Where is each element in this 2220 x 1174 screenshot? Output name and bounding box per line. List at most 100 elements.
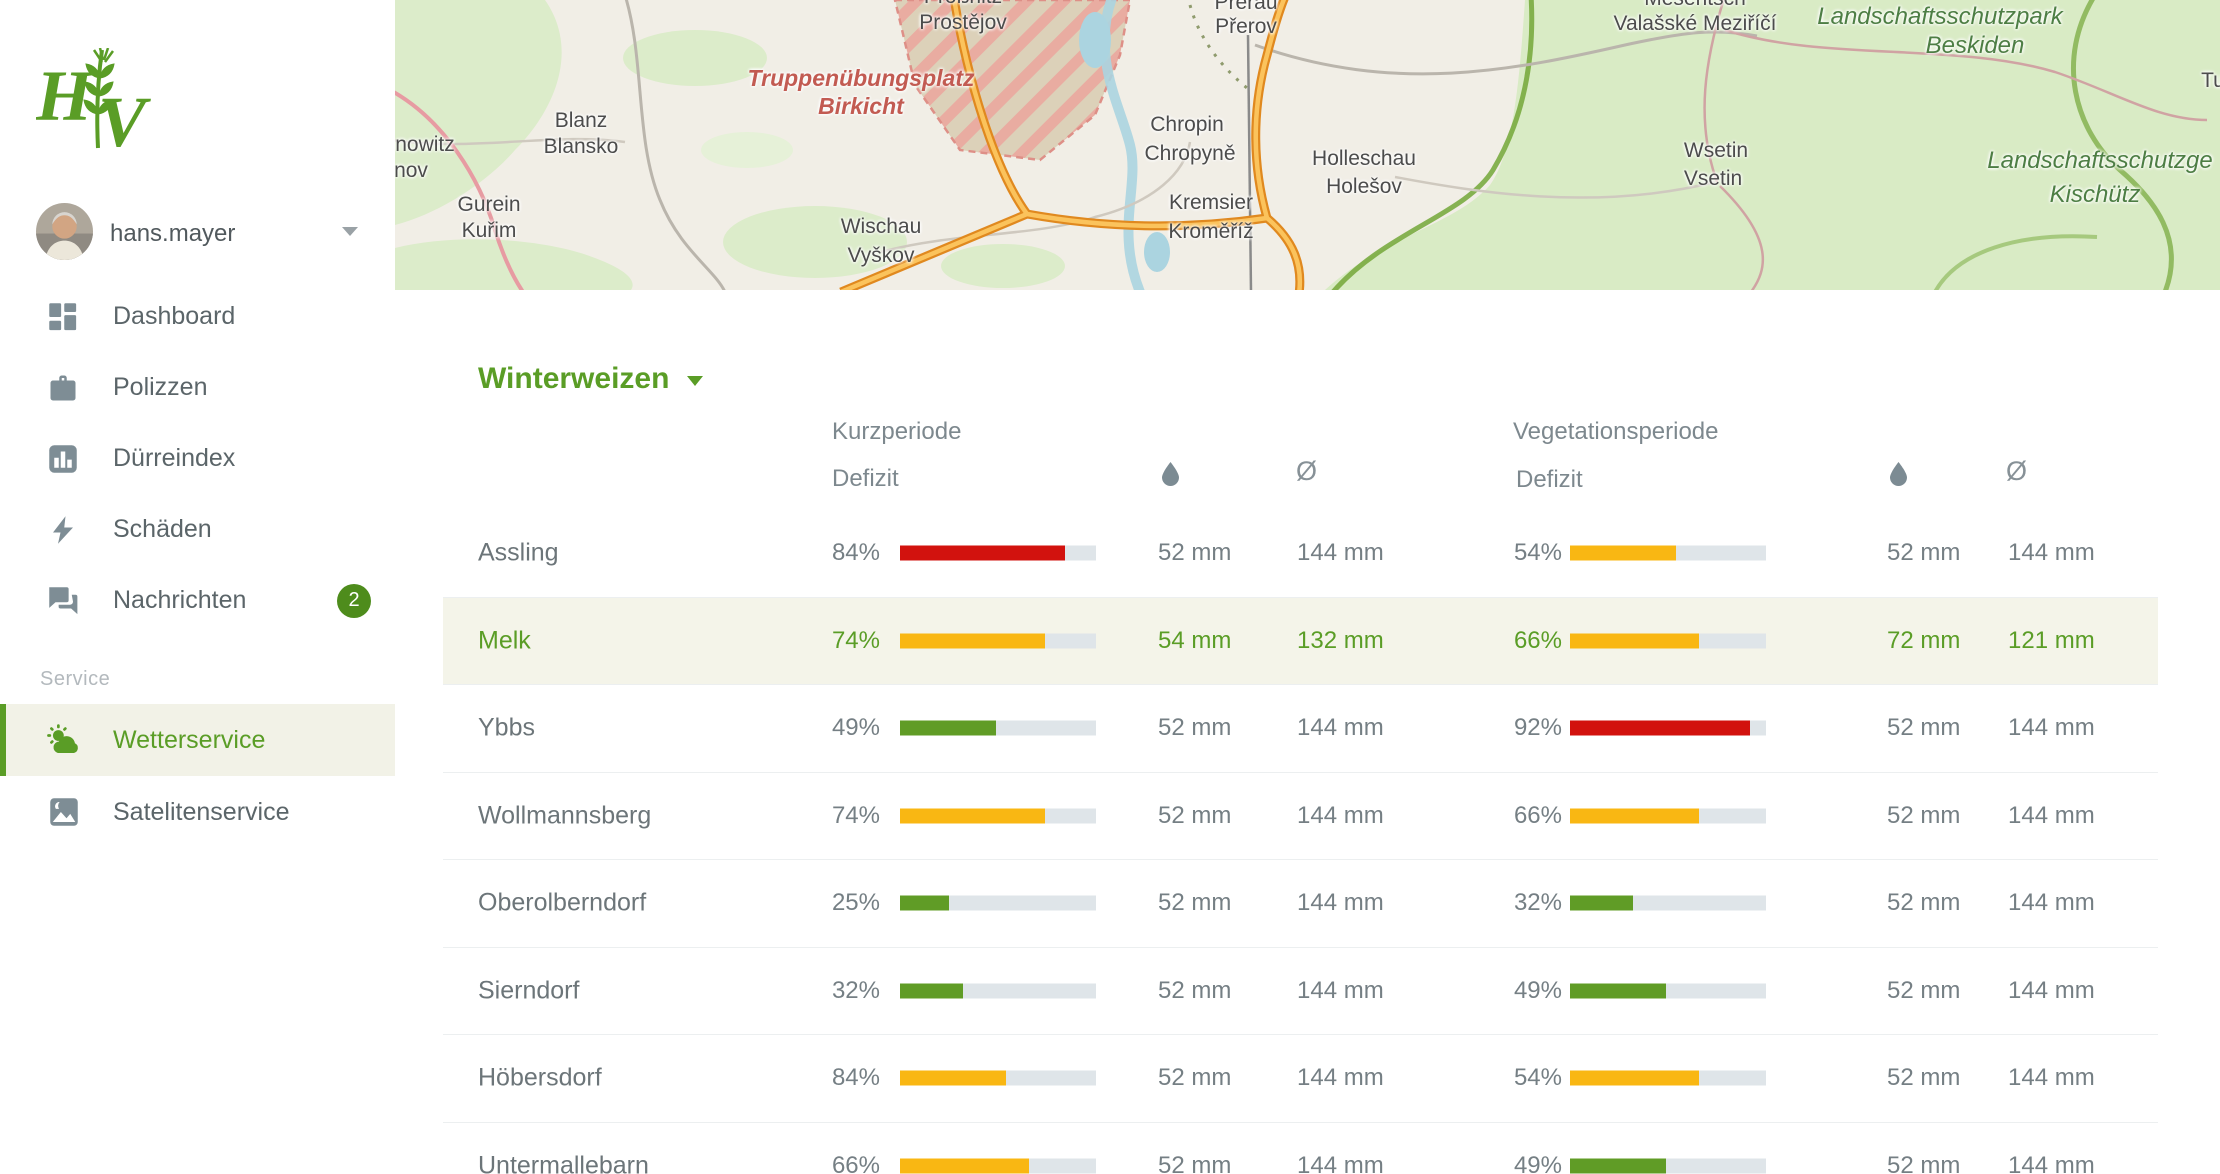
veg-defizit-bar-fill bbox=[1570, 808, 1699, 823]
veg-defizit-bar bbox=[1570, 808, 1766, 823]
kurz-defizit-bar-fill bbox=[900, 546, 1065, 561]
table-row[interactable]: Assling 84% 52 mm 144 mm 54% 52 mm 144 m… bbox=[443, 510, 2158, 597]
kurz-rain-value: 54 mm bbox=[1158, 627, 1231, 655]
region-name: Ybbs bbox=[478, 714, 535, 743]
sidebar-item-nachrichten[interactable]: Nachrichten 2 bbox=[0, 565, 395, 636]
veg-avg-value: 144 mm bbox=[2008, 714, 2095, 742]
veg-rain-value: 72 mm bbox=[1887, 627, 1960, 655]
column-group-kurzperiode: Kurzperiode bbox=[832, 418, 961, 446]
sidebar-item-wetterservice[interactable]: Wetterservice bbox=[0, 704, 395, 776]
map[interactable]: ProßnitzProstějovPřerauPřerovMeseritschV… bbox=[395, 0, 2220, 290]
kurz-avg-value: 144 mm bbox=[1297, 977, 1384, 1005]
username: hans.mayer bbox=[110, 220, 235, 248]
kurz-avg-value: 144 mm bbox=[1297, 1064, 1384, 1092]
avatar bbox=[36, 203, 93, 260]
dashboard-icon bbox=[46, 300, 80, 334]
table-row[interactable]: Untermallebarn 66% 52 mm 144 mm 49% 52 m… bbox=[443, 1122, 2158, 1174]
map-label: Kuřim bbox=[462, 220, 517, 242]
sidebar-item-label: Dashboard bbox=[113, 302, 235, 331]
defizit-label-kurz: Defizit bbox=[832, 465, 899, 493]
main-nav: Dashboard Polizzen bbox=[0, 281, 395, 636]
sidebar-item-dashboard[interactable]: Dashboard bbox=[0, 281, 395, 352]
average-icon: Ø bbox=[1296, 456, 1317, 487]
region-name: Höbersdorf bbox=[478, 1064, 602, 1093]
service-section-label: Service bbox=[40, 668, 110, 691]
region-name: Untermallebarn bbox=[478, 1151, 649, 1174]
veg-defizit-bar bbox=[1570, 1071, 1766, 1086]
veg-rain-value: 52 mm bbox=[1887, 802, 1960, 830]
kurz-defizit-pct: 74% bbox=[773, 627, 880, 655]
map-label: Přerov bbox=[1215, 16, 1277, 38]
kurz-defizit-pct: 32% bbox=[773, 977, 880, 1005]
region-name: Oberolberndorf bbox=[478, 889, 646, 918]
kurz-defizit-pct: 49% bbox=[773, 714, 880, 742]
sidebar-item-label: Dürreindex bbox=[113, 444, 235, 473]
kurz-defizit-bar-fill bbox=[900, 721, 996, 736]
veg-defizit-pct: 66% bbox=[1455, 802, 1562, 830]
kurz-avg-value: 144 mm bbox=[1297, 539, 1384, 567]
user-menu[interactable]: hans.mayer bbox=[36, 203, 366, 263]
table-row[interactable]: Sierndorf 32% 52 mm 144 mm 49% 52 mm 144… bbox=[443, 947, 2158, 1035]
veg-defizit-pct: 92% bbox=[1455, 714, 1562, 742]
bar-chart-icon bbox=[46, 442, 80, 476]
service-nav: Wetterservice Satelitenservice bbox=[0, 704, 395, 848]
kurz-defizit-bar bbox=[900, 808, 1096, 823]
kurz-defizit-bar-fill bbox=[900, 633, 1045, 648]
map-label: Proßnitz bbox=[924, 0, 1002, 8]
veg-defizit-bar-fill bbox=[1570, 1158, 1666, 1173]
weather-icon bbox=[46, 722, 82, 758]
map-label: Gurein bbox=[457, 194, 520, 216]
veg-rain-value: 52 mm bbox=[1887, 1064, 1960, 1092]
map-label: nov bbox=[395, 160, 428, 182]
kurz-rain-value: 52 mm bbox=[1158, 714, 1231, 742]
sidebar-item-polizzen[interactable]: Polizzen bbox=[0, 352, 395, 423]
map-label: Tu bbox=[2201, 70, 2220, 92]
user-caret-icon bbox=[342, 227, 358, 236]
table-row[interactable]: Melk 74% 54 mm 132 mm 66% 72 mm 121 mm bbox=[443, 597, 2158, 685]
messages-icon bbox=[46, 584, 80, 618]
veg-rain-value: 52 mm bbox=[1887, 1152, 1960, 1174]
kurz-defizit-pct: 25% bbox=[773, 889, 880, 917]
veg-defizit-bar-fill bbox=[1570, 633, 1699, 648]
kurz-defizit-pct: 74% bbox=[773, 802, 880, 830]
kurz-defizit-bar bbox=[900, 1071, 1096, 1086]
veg-avg-value: 144 mm bbox=[2008, 977, 2095, 1005]
veg-avg-value: 144 mm bbox=[2008, 1064, 2095, 1092]
kurz-rain-value: 52 mm bbox=[1158, 1064, 1231, 1092]
veg-defizit-bar bbox=[1570, 983, 1766, 998]
veg-defizit-bar bbox=[1570, 546, 1766, 561]
brand-logo[interactable]: H V bbox=[36, 48, 166, 153]
sidebar-item-duerreindex[interactable]: Dürreindex bbox=[0, 423, 395, 494]
veg-defizit-pct: 49% bbox=[1455, 1152, 1562, 1174]
veg-avg-value: 144 mm bbox=[2008, 889, 2095, 917]
map-label: Vyškov bbox=[848, 245, 915, 267]
kurz-avg-value: 144 mm bbox=[1297, 802, 1384, 830]
map-label: Kroměříž bbox=[1168, 221, 1253, 243]
table-row[interactable]: Wollmannsberg 74% 52 mm 144 mm 66% 52 mm… bbox=[443, 772, 2158, 860]
lightning-icon bbox=[46, 513, 80, 547]
region-name: Assling bbox=[478, 539, 559, 568]
sidebar-item-schaeden[interactable]: Schäden bbox=[0, 494, 395, 565]
table-row[interactable]: Oberolberndorf 25% 52 mm 144 mm 32% 52 m… bbox=[443, 859, 2158, 947]
veg-defizit-bar bbox=[1570, 1158, 1766, 1173]
kurz-rain-value: 52 mm bbox=[1158, 539, 1231, 567]
table-row[interactable]: Höbersdorf 84% 52 mm 144 mm 54% 52 mm 14… bbox=[443, 1034, 2158, 1122]
sidebar-item-satelitenservice[interactable]: Satelitenservice bbox=[0, 776, 395, 848]
map-label: Beskiden bbox=[1926, 33, 2025, 58]
sidebar-item-label: Polizzen bbox=[113, 373, 208, 402]
veg-rain-value: 52 mm bbox=[1887, 889, 1960, 917]
sidebar-item-label: Wetterservice bbox=[113, 726, 265, 755]
table-row[interactable]: Ybbs 49% 52 mm 144 mm 92% 52 mm 144 mm bbox=[443, 684, 2158, 772]
map-label: Meseritsch bbox=[1644, 0, 1746, 10]
app-root: H V bbox=[0, 0, 2220, 1174]
veg-defizit-pct: 32% bbox=[1455, 889, 1562, 917]
briefcase-icon bbox=[46, 371, 80, 405]
map-label: Blanz bbox=[555, 110, 608, 132]
map-label: Vsetin bbox=[1684, 168, 1742, 190]
veg-defizit-pct: 54% bbox=[1455, 1064, 1562, 1092]
map-label: Landschaftsschutzge bbox=[1987, 148, 2212, 173]
main-content: Winterweizen Kurzperiode Defizit Ø Veget… bbox=[395, 290, 2220, 1174]
veg-defizit-bar-fill bbox=[1570, 983, 1666, 998]
kurz-avg-value: 144 mm bbox=[1297, 1152, 1384, 1174]
column-group-vegetationsperiode: Vegetationsperiode bbox=[1513, 418, 1719, 446]
